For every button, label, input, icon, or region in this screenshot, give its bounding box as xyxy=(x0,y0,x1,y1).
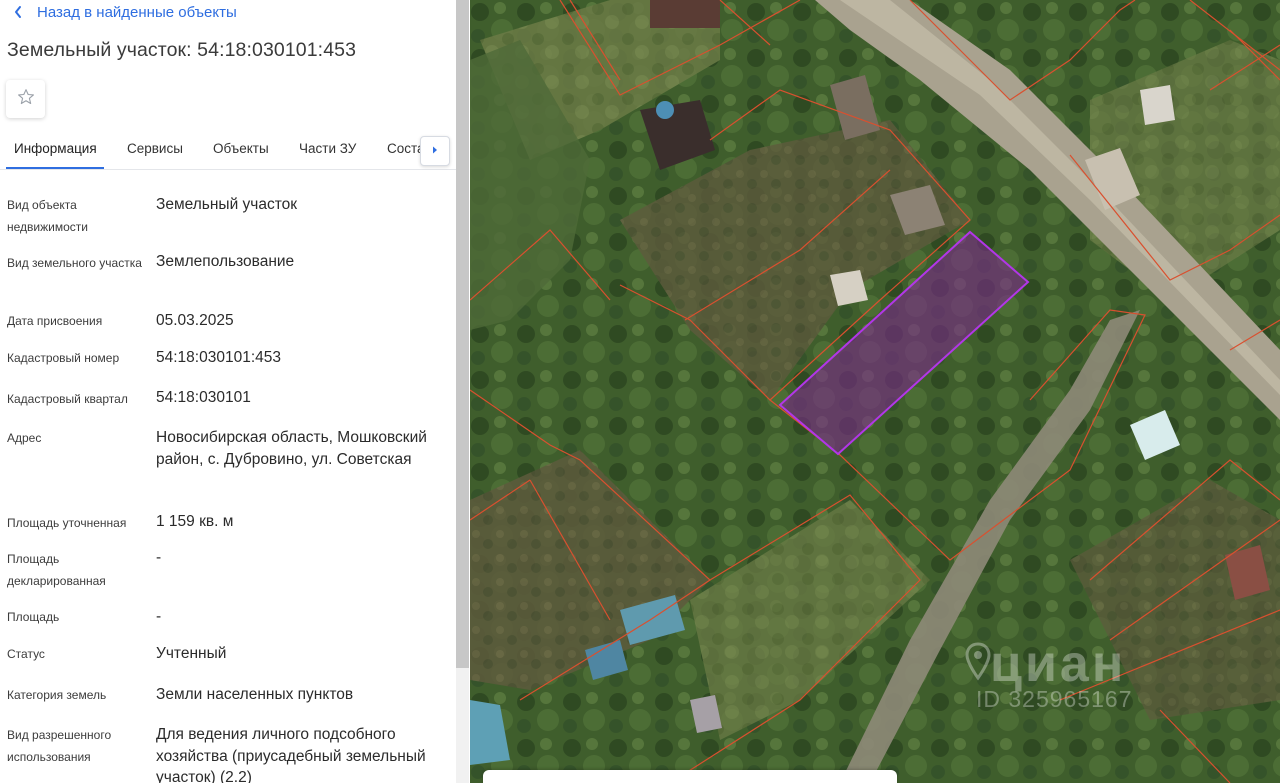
info-panel: Назад в найденные объекты Земельный учас… xyxy=(0,0,456,783)
star-outline-icon xyxy=(16,87,36,112)
tab-information[interactable]: Информация xyxy=(14,141,97,156)
map-bottom-card[interactable] xyxy=(483,770,897,783)
detail-label: Вид объекта недвижимости xyxy=(7,198,88,234)
tab-land-parts[interactable]: Части ЗУ xyxy=(299,141,356,156)
detail-label: Дата присвоения xyxy=(7,314,103,328)
detail-label: Кадастровый квартал xyxy=(7,392,128,406)
caret-right-icon xyxy=(431,142,439,160)
detail-label: Статус xyxy=(7,647,45,661)
detail-value: Землепользование xyxy=(156,253,295,270)
building-roof xyxy=(650,0,720,28)
detail-value: - xyxy=(156,549,162,566)
tab-objects[interactable]: Объекты xyxy=(213,141,269,156)
detail-label: Адрес xyxy=(7,431,42,445)
page-title: Земельный участок: 54:18:030101:453 xyxy=(7,39,357,61)
panel-scrollbar-thumb[interactable] xyxy=(456,0,469,668)
detail-value: - xyxy=(156,608,162,625)
tabs-next-button[interactable] xyxy=(420,136,450,166)
detail-label: Площадь уточненная xyxy=(7,516,127,530)
detail-value: 05.03.2025 xyxy=(156,312,234,329)
detail-value: Для ведения личного подсобного хозяйства… xyxy=(156,726,426,783)
back-link[interactable]: Назад в найденные объекты xyxy=(10,2,237,22)
detail-label: Вид разрешенного использования xyxy=(7,728,112,764)
detail-label: Вид земельного участка xyxy=(7,256,142,270)
water-tank xyxy=(656,101,674,119)
satellite-map[interactable] xyxy=(470,0,1280,783)
address-value: Новосибирская область, Мошковский район,… xyxy=(156,429,427,468)
tab-composition[interactable]: Соста xyxy=(387,141,425,156)
building-roof xyxy=(1140,85,1175,125)
back-link-label[interactable]: Назад в найденные объекты xyxy=(37,4,237,21)
detail-value: Земельный участок xyxy=(156,196,298,213)
detail-label: Площадь xyxy=(7,610,60,624)
detail-label: Категория земель xyxy=(7,688,107,702)
favorite-button[interactable] xyxy=(6,80,45,118)
detail-label: Площадь декларированная xyxy=(7,552,106,588)
chevron-left-icon xyxy=(10,4,26,20)
detail-value: Земли населенных пунктов xyxy=(156,686,354,703)
detail-value: 54:18:030101 xyxy=(156,389,251,406)
detail-value: 54:18:030101:453 xyxy=(156,349,281,366)
active-tab-indicator xyxy=(6,167,104,169)
map-canvas[interactable] xyxy=(470,0,1280,783)
tab-bar: Информация Сервисы Объекты Части ЗУ Сост… xyxy=(0,130,456,170)
detail-label: Кадастровый номер xyxy=(7,351,120,365)
detail-value: 1 159 кв. м xyxy=(156,513,234,530)
detail-value: Учтенный xyxy=(156,645,227,662)
tab-services[interactable]: Сервисы xyxy=(127,141,183,156)
